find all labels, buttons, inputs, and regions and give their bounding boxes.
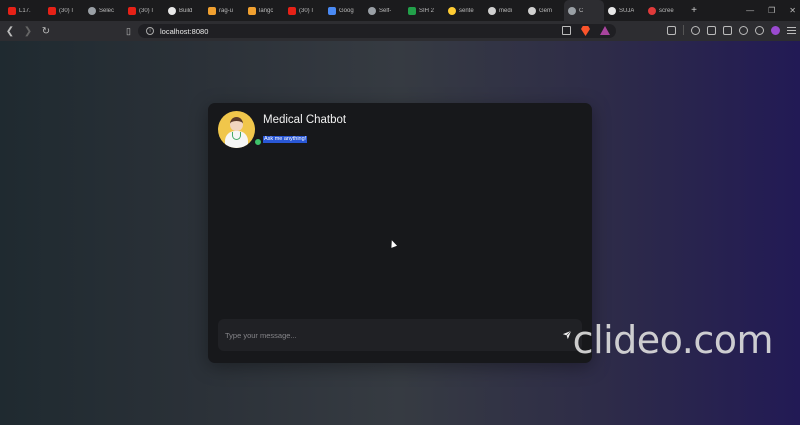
tab-label: Selec <box>99 7 115 14</box>
message-composer <box>218 319 582 351</box>
window-controls: — ❐ ✕ <box>746 0 796 21</box>
browser-tab[interactable]: scree <box>644 0 684 21</box>
tab-label: C <box>579 7 584 14</box>
share-icon[interactable] <box>562 26 571 35</box>
tab-label: (30) I <box>59 7 74 14</box>
sih-icon <box>408 6 416 15</box>
reload-icon[interactable]: ↻ <box>38 26 54 37</box>
browser-tab[interactable]: sente <box>444 0 484 21</box>
new-tab-button[interactable]: + <box>686 5 702 16</box>
tab-label: sente <box>459 7 474 14</box>
tab-label: rag-u <box>219 7 234 14</box>
sidebar-icon[interactable] <box>707 25 716 35</box>
record-icon <box>648 6 656 15</box>
browser-tab[interactable]: L17. <box>4 0 44 21</box>
back-icon[interactable]: ❮ <box>2 26 18 37</box>
globe-icon <box>368 6 376 15</box>
youtube-icon <box>8 6 16 15</box>
tab-label: L17. <box>19 7 31 14</box>
github-icon <box>168 6 176 15</box>
profile-icon[interactable] <box>771 25 780 35</box>
tab-label: Build <box>179 7 193 14</box>
toolbar-divider <box>683 25 684 35</box>
chat-header: Medical Chatbot Ask me anything! <box>218 110 346 148</box>
chat-window: Medical Chatbot Ask me anything! <box>208 103 592 363</box>
youtube-icon <box>128 6 136 15</box>
browser-tab[interactable]: Self- <box>364 0 404 21</box>
send-icon <box>562 330 572 340</box>
browser-tab[interactable]: langc <box>244 0 284 21</box>
tab-label: Goog <box>339 7 354 14</box>
site-info-icon[interactable]: i <box>146 27 154 35</box>
browser-tab[interactable]: Build <box>164 0 204 21</box>
extensions-bar <box>667 25 796 35</box>
tab-label: (30) I <box>139 7 154 14</box>
youtube-icon <box>48 6 56 15</box>
tab-label: langc <box>259 7 274 14</box>
doctor-avatar <box>218 110 255 148</box>
forward-icon[interactable]: ❯ <box>20 26 36 37</box>
tab-label: (30) I <box>299 7 314 14</box>
globe-icon <box>88 6 96 15</box>
close-icon[interactable]: ✕ <box>789 6 796 15</box>
tab-label: SUJA <box>619 7 635 14</box>
huggingface-icon <box>448 6 456 15</box>
browser-tab[interactable]: Goog <box>324 0 364 21</box>
message-input[interactable] <box>225 325 557 345</box>
page-viewport: Medical Chatbot Ask me anything! <box>0 41 800 425</box>
browser-tab[interactable]: C <box>564 0 604 21</box>
leo-ai-icon[interactable] <box>739 25 748 35</box>
menu-icon[interactable] <box>787 26 796 34</box>
watermark: clideo.com <box>572 318 774 362</box>
langchain-icon <box>248 6 256 15</box>
browser-tab[interactable]: (30) I <box>44 0 84 21</box>
browser-tab[interactable]: SIH 2 <box>404 0 444 21</box>
bookmark-icon[interactable]: ▯ <box>126 26 138 37</box>
browser-tab[interactable]: SUJA <box>604 0 644 21</box>
chat-title: Medical Chatbot <box>263 114 347 126</box>
gemini-icon <box>328 6 336 15</box>
online-status-dot <box>254 138 262 146</box>
url-text[interactable]: localhost:8080 <box>160 27 208 36</box>
langchain-icon <box>208 6 216 15</box>
tab-label: SIH 2 <box>419 7 435 14</box>
chat-subtitle: Ask me anything! <box>263 136 308 143</box>
chat-titles: Medical Chatbot Ask me anything! <box>263 113 346 145</box>
tab-label: Gem <box>539 7 553 14</box>
brave-shields-icon[interactable] <box>581 26 590 36</box>
screenshot-icon[interactable] <box>667 25 676 35</box>
brave-rewards-icon[interactable] <box>600 26 610 35</box>
address-bar[interactable]: i localhost:8080 <box>138 24 616 38</box>
wallet-icon[interactable] <box>723 25 732 35</box>
browser-tab[interactable]: (30) I <box>284 0 324 21</box>
tab-label: medi <box>499 7 513 14</box>
tab-strip: L17. (30) I Selec (30) I Build rag-u langc (30)… <box>0 0 800 21</box>
browser-tab[interactable]: medi <box>484 0 524 21</box>
youtube-icon <box>288 6 296 15</box>
doctor-head-icon <box>230 116 243 131</box>
tab-label: scree <box>659 7 674 14</box>
browser-tab[interactable]: rag-u <box>204 0 244 21</box>
browser-tab[interactable]: Selec <box>84 0 124 21</box>
message-area[interactable] <box>218 153 582 301</box>
vpn-icon[interactable] <box>755 25 764 35</box>
globe-icon <box>568 6 576 15</box>
browser-tab[interactable]: Gem <box>524 0 564 21</box>
browser-tab[interactable]: (30) I <box>124 0 164 21</box>
stethoscope-icon <box>232 131 241 140</box>
github-icon <box>608 6 616 15</box>
music-icon[interactable] <box>691 25 700 35</box>
browser-toolbar: ❮ ❯ ↻ ▯ i localhost:8080 <box>0 21 800 41</box>
restore-icon[interactable]: ❐ <box>768 6 775 15</box>
tab-label: Self- <box>379 7 392 14</box>
openai-icon <box>488 6 496 15</box>
google-icon <box>528 6 536 15</box>
minimize-icon[interactable]: — <box>746 6 754 15</box>
